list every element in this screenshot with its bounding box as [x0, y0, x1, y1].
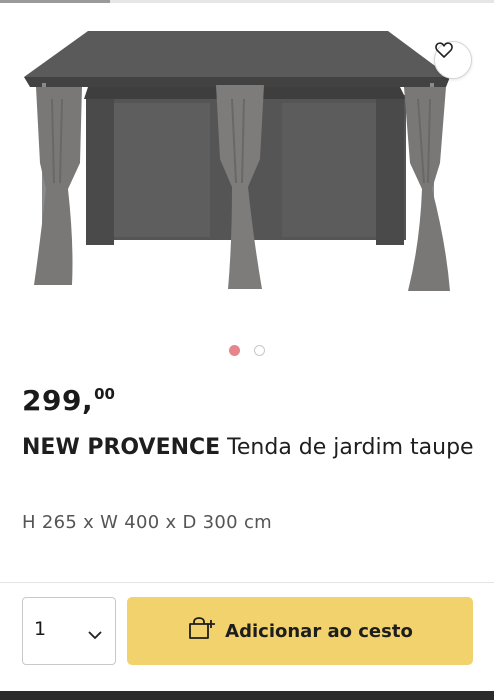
product-dimensions: H 265 x W 400 x D 300 cm: [22, 512, 272, 533]
quantity-select[interactable]: 1: [22, 597, 116, 665]
gazebo-panel-2: [282, 103, 376, 237]
shopping-bag-plus-icon: [187, 617, 216, 645]
chevron-down-icon: [88, 625, 102, 644]
product-image-gazebo: [24, 31, 450, 291]
quantity-value: 1: [34, 618, 47, 640]
pagination-dot-2[interactable]: [254, 345, 265, 356]
gazebo-roof: [24, 31, 450, 77]
product-title: NEW PROVENCE Tenda de jardim taupe: [22, 431, 478, 465]
curtain-left: [34, 87, 82, 285]
product-brand: NEW PROVENCE: [22, 435, 221, 460]
add-to-cart-bar: 1 Adicionar ao cesto: [0, 582, 494, 700]
price-integer: 299,: [22, 384, 94, 417]
gazebo-right-panel: [376, 95, 404, 245]
gallery-pagination: [0, 345, 494, 356]
add-to-cart-button[interactable]: Adicionar ao cesto: [127, 597, 473, 665]
product-price: 299,00: [22, 384, 115, 417]
add-to-cart-label: Adicionar ao cesto: [225, 620, 413, 642]
gazebo-left-panel: [86, 95, 114, 245]
gazebo-panel-1: [114, 103, 210, 237]
curtain-right: [404, 87, 450, 291]
price-decimal: 00: [94, 385, 115, 403]
product-image-gallery[interactable]: [0, 3, 494, 333]
product-name: Tenda de jardim taupe: [220, 435, 474, 460]
wishlist-button[interactable]: [434, 41, 472, 79]
pagination-dot-1[interactable]: [229, 345, 240, 356]
